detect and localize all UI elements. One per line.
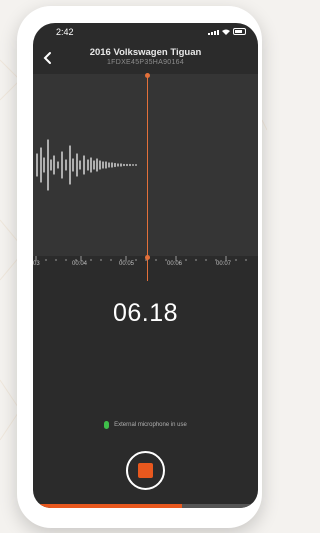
stop-icon bbox=[138, 463, 153, 478]
timeline-label: 03 bbox=[33, 261, 40, 267]
header: 2016 Volkswagen Tiguan 1FDXE45P35HA90164 bbox=[33, 45, 258, 75]
status-time: 2:42 bbox=[56, 27, 74, 37]
timeline-label: 00:04 bbox=[72, 261, 88, 267]
status-icons bbox=[208, 28, 246, 35]
timeline-label: 00:06 bbox=[167, 261, 183, 267]
playhead-bottom-handle[interactable] bbox=[145, 255, 150, 260]
timeline-label: 00:05 bbox=[119, 261, 135, 267]
battery-icon bbox=[233, 28, 246, 35]
wifi-icon bbox=[222, 29, 230, 35]
recording-progress-bar bbox=[33, 504, 258, 508]
status-bar: 2:42 bbox=[33, 23, 258, 43]
audio-waveform bbox=[36, 139, 137, 191]
stop-recording-button[interactable] bbox=[126, 451, 165, 490]
playhead-line[interactable] bbox=[147, 75, 148, 281]
microphone-status-text: External microphone in use bbox=[114, 422, 187, 428]
recording-progress-fill bbox=[33, 504, 182, 508]
app-screen: 2:42 2016 Volkswagen Tiguan 1FDXE45P35HA… bbox=[33, 23, 258, 508]
timeline-label: 00:07 bbox=[216, 261, 232, 267]
waveform-area[interactable] bbox=[33, 74, 258, 256]
vehicle-vin: 1FDXE45P35HA90164 bbox=[106, 59, 185, 66]
vehicle-title: 2016 Volkswagen Tiguan bbox=[89, 47, 202, 58]
timeline-axis: 03 00:04 00:05 00:06 00:07 bbox=[33, 261, 258, 275]
playhead-top-handle[interactable] bbox=[145, 73, 150, 78]
microphone-status: External microphone in use bbox=[33, 421, 258, 429]
microphone-icon bbox=[104, 421, 110, 429]
elapsed-time: 06.18 bbox=[112, 299, 179, 327]
signal-icon bbox=[208, 30, 219, 35]
